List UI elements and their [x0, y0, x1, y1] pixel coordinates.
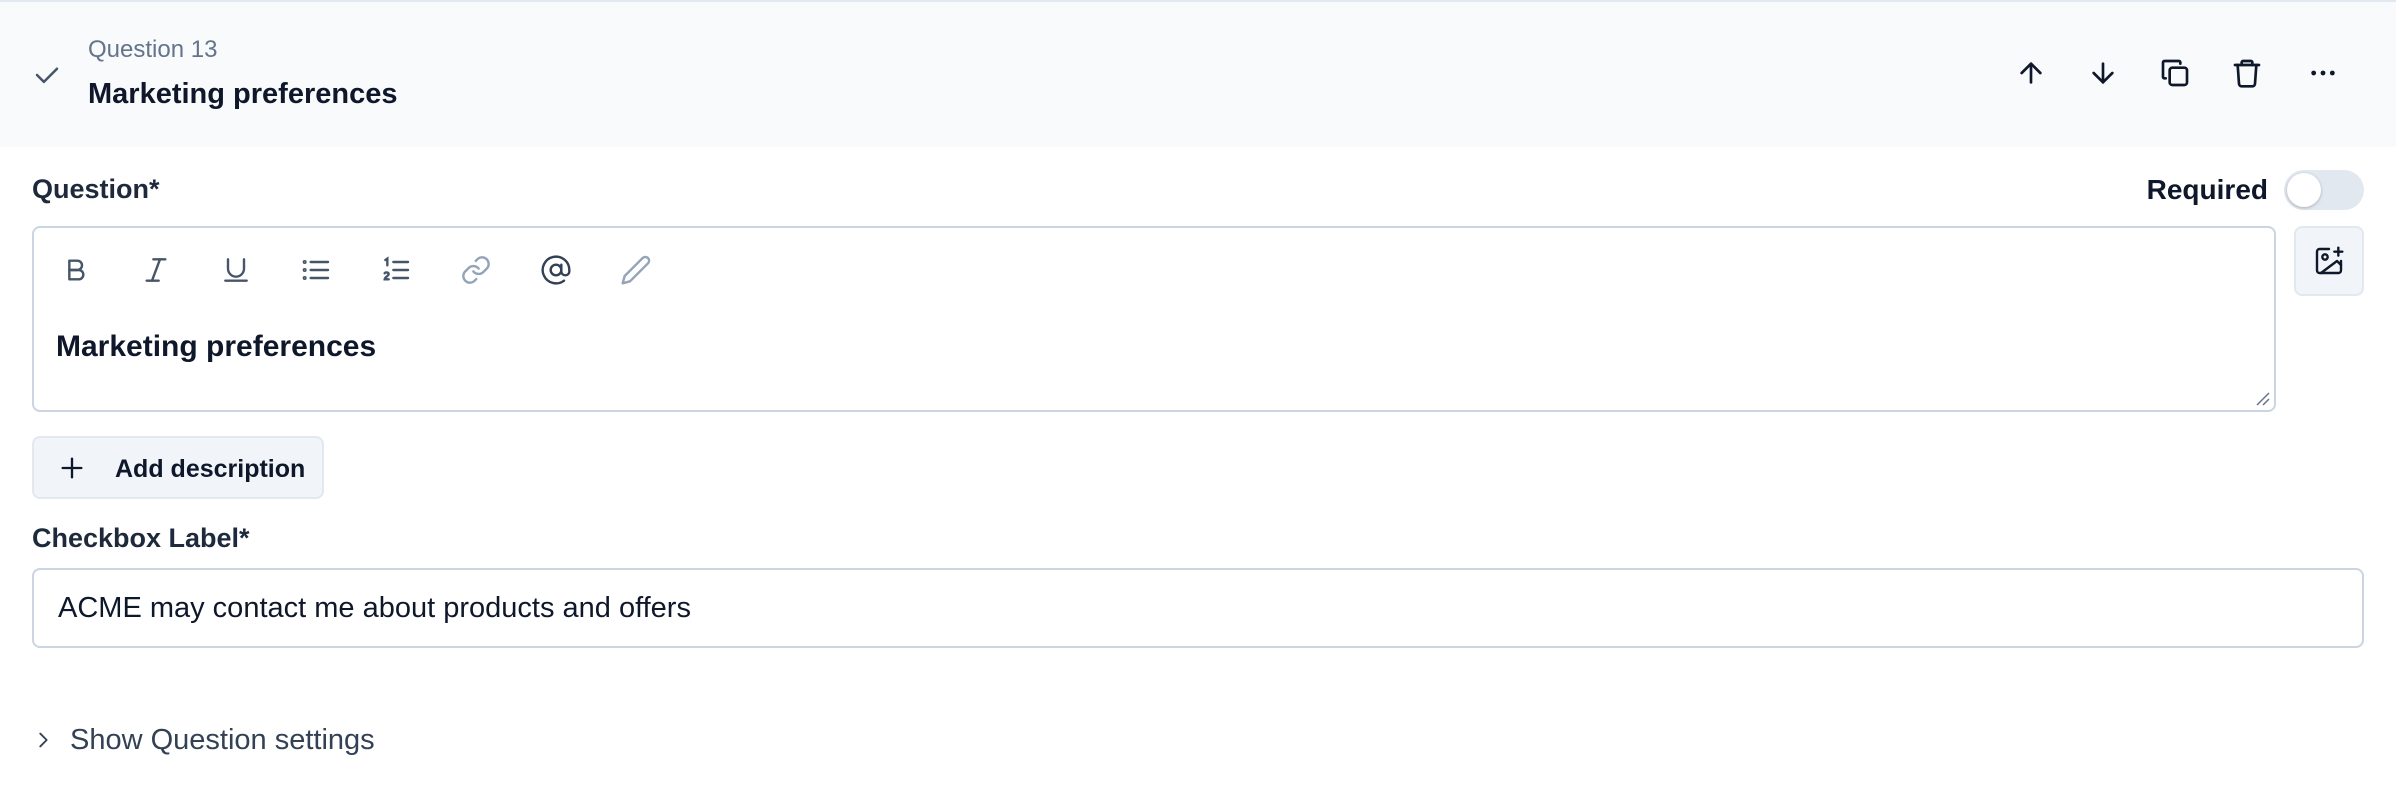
check-icon — [35, 67, 59, 84]
checkbox-label-heading: Checkbox Label* — [32, 523, 250, 553]
link-icon — [462, 256, 490, 284]
trash-icon — [2233, 59, 2261, 88]
pencil-icon — [621, 255, 651, 285]
bullet-list-button[interactable] — [294, 248, 338, 292]
show-question-settings-toggle[interactable]: Show Question settings — [32, 722, 375, 758]
bullet-list-icon — [302, 260, 330, 280]
move-up-button[interactable] — [2012, 54, 2050, 92]
add-image-button[interactable] — [2294, 226, 2364, 296]
required-label: Required — [2146, 174, 2268, 205]
numbered-list-button[interactable] — [374, 248, 418, 292]
highlight-button[interactable] — [614, 248, 658, 292]
question-label: Question* — [32, 174, 160, 204]
chevron-right-icon — [39, 732, 48, 748]
duplicate-button[interactable] — [2156, 54, 2194, 92]
underline-icon — [224, 258, 248, 282]
mention-button[interactable] — [534, 248, 578, 292]
required-toggle[interactable] — [2284, 170, 2364, 210]
italic-button[interactable] — [134, 248, 178, 292]
add-description-label: Add description — [115, 455, 306, 483]
arrow-down-icon — [2092, 62, 2114, 84]
plus-icon — [61, 457, 83, 479]
link-button[interactable] — [454, 248, 498, 292]
numbered-list-icon — [383, 256, 410, 281]
more-options-button[interactable] — [2304, 54, 2342, 92]
editor-content[interactable]: Marketing preferences — [56, 330, 376, 364]
add-description-button[interactable]: Add description — [32, 436, 324, 499]
resize-handle-icon[interactable] — [2254, 390, 2270, 406]
delete-button[interactable] — [2228, 54, 2266, 92]
bold-button[interactable] — [54, 248, 98, 292]
checkbox-label-input[interactable] — [32, 568, 2364, 648]
at-sign-icon — [541, 255, 571, 285]
image-plus-icon — [2315, 246, 2344, 275]
show-question-settings-label: Show Question settings — [70, 723, 375, 756]
question-header[interactable]: Question 13 Marketing preferences — [0, 0, 2396, 147]
move-down-button[interactable] — [2084, 54, 2122, 92]
more-horizontal-icon — [2311, 70, 2335, 76]
question-editor[interactable]: Marketing preferences — [32, 226, 2276, 412]
toggle-knob — [2287, 173, 2321, 207]
copy-icon — [2161, 59, 2189, 87]
italic-icon — [145, 258, 167, 282]
question-title: Marketing preferences — [88, 78, 398, 110]
question-number: Question 13 — [88, 36, 218, 63]
arrow-up-icon — [2020, 62, 2042, 84]
bold-icon — [68, 259, 85, 281]
underline-button[interactable] — [214, 248, 258, 292]
